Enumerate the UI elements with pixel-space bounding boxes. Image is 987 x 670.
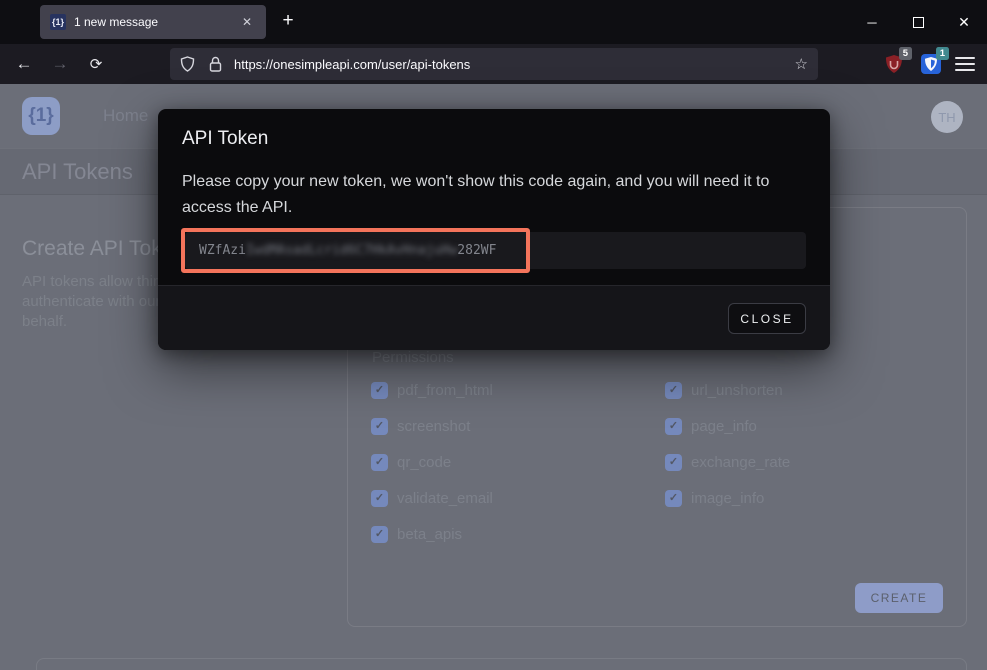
url-bar[interactable]: https://onesimpleapi.com/user/api-tokens… [170, 48, 818, 80]
token-field[interactable]: WZfAziIwdMAsadLcrid6C7HkAvHnajuHw282WF [185, 232, 806, 269]
check-icon: ✓ [669, 457, 678, 468]
permission-checkbox[interactable]: ✓ [371, 382, 388, 399]
avatar[interactable]: TH [931, 101, 963, 133]
bitwarden-extension-button[interactable]: 1 [920, 53, 942, 75]
tab-title: 1 new message [74, 15, 238, 29]
tab-close-icon[interactable]: ✕ [238, 13, 256, 31]
permission-label[interactable]: beta_apis [397, 526, 462, 543]
nav-item-home[interactable]: Home [103, 106, 148, 126]
browser-tab[interactable]: {1} 1 new message ✕ [40, 5, 266, 39]
permission-checkbox[interactable]: ✓ [665, 454, 682, 471]
permission-label[interactable]: qr_code [397, 454, 451, 471]
bitwarden-badge: 1 [936, 47, 949, 60]
ublock-badge: 5 [899, 47, 912, 60]
window-minimize-button[interactable]: ─ [849, 0, 895, 44]
site-logo[interactable]: {1} [22, 97, 60, 135]
token-text-masked: IwdMAsadLcrid6C7HkAvHnajuHw [246, 243, 457, 258]
check-icon: ✓ [375, 457, 384, 468]
tracking-shield-icon [180, 56, 195, 72]
permission-row: ✓ page_info [665, 417, 757, 435]
permission-label[interactable]: page_info [691, 418, 757, 435]
url-text[interactable]: https://onesimpleapi.com/user/api-tokens [234, 57, 795, 72]
permission-row: ✓ beta_apis [371, 525, 462, 543]
create-section-description: API tokens allow thir authenticate with … [22, 272, 160, 332]
check-icon: ✓ [669, 493, 678, 504]
permission-checkbox[interactable]: ✓ [665, 418, 682, 435]
browser-titlebar: {1} 1 new message ✕ + ─ ✕ [0, 0, 987, 44]
permission-row: ✓ pdf_from_html [371, 381, 493, 399]
window-maximize-button[interactable] [895, 0, 941, 44]
ublock-extension-button[interactable]: 5 [883, 53, 905, 75]
close-button[interactable]: CLOSE [728, 303, 806, 334]
permission-checkbox[interactable]: ✓ [665, 382, 682, 399]
permission-checkbox[interactable]: ✓ [371, 418, 388, 435]
tab-favicon: {1} [50, 14, 66, 30]
permission-label[interactable]: validate_email [397, 490, 493, 507]
reload-button[interactable]: ⟳ [84, 52, 108, 76]
permission-checkbox[interactable]: ✓ [371, 490, 388, 507]
description-line: API tokens allow thir [22, 272, 160, 292]
new-tab-button[interactable]: + [276, 10, 300, 34]
permission-row: ✓ validate_email [371, 489, 493, 507]
permission-row: ✓ url_unshorten [665, 381, 783, 399]
permission-label[interactable]: exchange_rate [691, 454, 790, 471]
bookmark-star-icon[interactable]: ☆ [795, 55, 808, 73]
next-card-edge [36, 658, 967, 670]
create-button[interactable]: CREATE [855, 583, 943, 613]
token-text-end: 282WF [457, 243, 496, 258]
lock-icon [209, 56, 222, 72]
modal-footer: CLOSE [158, 285, 830, 350]
permission-checkbox[interactable]: ✓ [371, 454, 388, 471]
check-icon: ✓ [375, 385, 384, 396]
menu-icon[interactable] [954, 56, 976, 72]
check-icon: ✓ [669, 385, 678, 396]
check-icon: ✓ [375, 493, 384, 504]
api-token-modal: API Token Please copy your new token, we… [158, 109, 830, 350]
forward-button[interactable]: → [48, 52, 72, 76]
back-button[interactable]: ← [12, 52, 36, 76]
token-text-start: WZfAzi [199, 243, 246, 258]
permission-row: ✓ screenshot [371, 417, 470, 435]
permission-label[interactable]: pdf_from_html [397, 382, 493, 399]
window-close-button[interactable]: ✕ [941, 0, 987, 44]
permission-row: ✓ image_info [665, 489, 764, 507]
permission-label[interactable]: image_info [691, 490, 764, 507]
permission-checkbox[interactable]: ✓ [665, 490, 682, 507]
check-icon: ✓ [375, 529, 384, 540]
description-line: authenticate with our [22, 292, 160, 312]
permission-checkbox[interactable]: ✓ [371, 526, 388, 543]
browser-window: {1} 1 new message ✕ + ─ ✕ ← → ⟳ https://… [0, 0, 987, 670]
permission-row: ✓ qr_code [371, 453, 451, 471]
window-controls: ─ ✕ [849, 0, 987, 44]
description-line: behalf. [22, 312, 160, 332]
modal-title: API Token [182, 128, 268, 150]
permission-label[interactable]: url_unshorten [691, 382, 783, 399]
permissions-label: Permissions [372, 349, 454, 366]
check-icon: ✓ [375, 421, 384, 432]
permission-row: ✓ exchange_rate [665, 453, 790, 471]
browser-toolbar: ← → ⟳ https://onesimpleapi.com/user/api-… [0, 44, 987, 84]
maximize-icon [913, 17, 924, 28]
modal-message: Please copy your new token, we won't sho… [182, 169, 804, 221]
permission-label[interactable]: screenshot [397, 418, 470, 435]
check-icon: ✓ [669, 421, 678, 432]
page-title: API Tokens [22, 159, 133, 185]
